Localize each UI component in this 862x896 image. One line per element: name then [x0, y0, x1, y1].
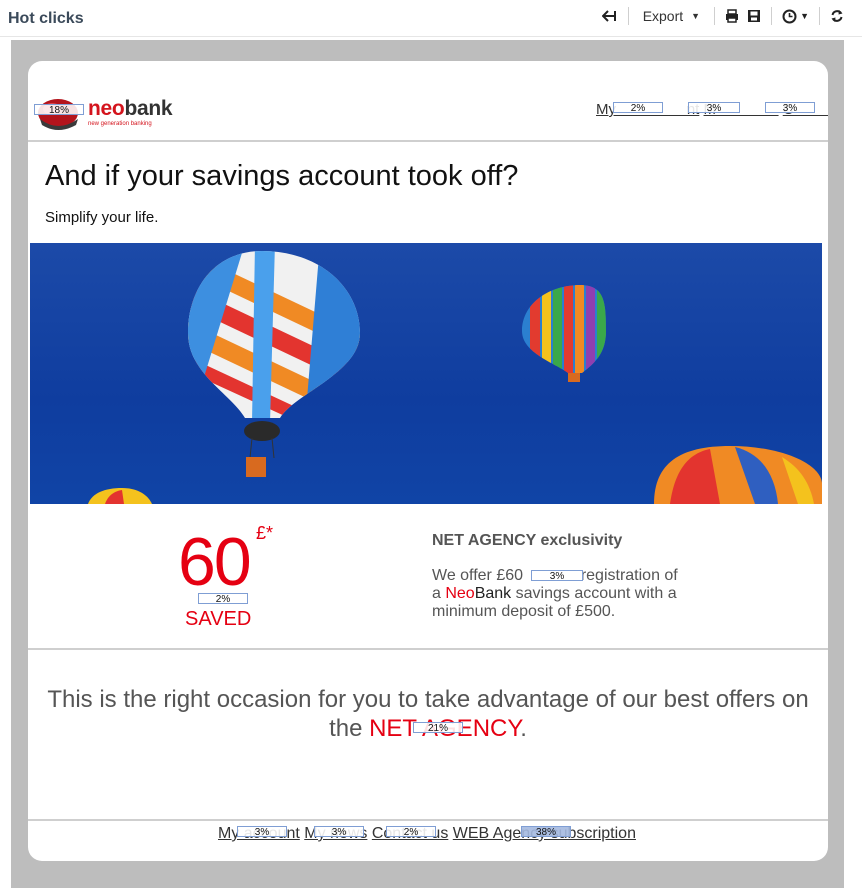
chevron-down-icon: ▼: [800, 11, 809, 21]
export-button[interactable]: Export ▼: [635, 6, 708, 26]
hot-clicks-header: Hot clicks Export ▼ ▼: [0, 0, 862, 37]
hot-click-overlay: 3%: [531, 570, 583, 582]
print-button[interactable]: [721, 6, 743, 26]
hot-click-overlay: 3%: [314, 826, 364, 838]
header-divider: [28, 140, 828, 142]
history-dropdown[interactable]: ▼: [778, 6, 813, 26]
toolbar-divider: [627, 7, 629, 25]
toolbar-divider: [819, 7, 820, 25]
email-content: neobank new generation banking My nt M C…: [28, 61, 828, 861]
hot-click-overlay: 2%: [613, 102, 663, 114]
back-button[interactable]: [598, 6, 622, 26]
save-icon: [748, 10, 761, 22]
offer-amount[interactable]: 60: [178, 523, 252, 601]
email-preview-frame: neobank new generation banking My nt M C…: [11, 40, 844, 888]
save-button[interactable]: [743, 6, 765, 26]
hot-click-overlay: 38%: [521, 826, 571, 838]
hot-click-overlay: 18%: [34, 104, 84, 116]
offer-saved-label: SAVED: [185, 608, 252, 630]
exclusivity-title: NET AGENCY exclusivity: [432, 532, 623, 549]
hot-click-overlay: 3%: [237, 826, 287, 838]
print-icon: [726, 9, 739, 23]
toolbar-divider: [771, 7, 773, 25]
hot-click-overlay: 2%: [386, 826, 436, 838]
export-label: Export: [642, 8, 684, 24]
logo-tagline: new generation banking: [88, 121, 152, 127]
occasion-message: This is the right occasion for you to ta…: [28, 685, 828, 743]
email-subheading: Simplify your life.: [45, 209, 159, 226]
logo-wordmark: neobank: [88, 97, 173, 120]
back-arrow-icon: [601, 10, 616, 22]
hot-click-overlay: 2%: [198, 593, 248, 605]
offer-currency: £*: [256, 523, 274, 543]
offer-divider: [28, 648, 828, 650]
balloons-illustration: [88, 251, 822, 504]
refresh-icon: [831, 10, 843, 22]
toolbar-divider: [714, 7, 716, 25]
hero-balloons-image[interactable]: [30, 243, 822, 504]
hot-click-overlay: 21%: [413, 722, 463, 734]
clock-icon: [782, 9, 797, 23]
panel-title: Hot clicks: [8, 10, 84, 27]
hot-click-overlay: 3%: [688, 102, 740, 114]
report-toolbar: Export ▼ ▼: [598, 6, 848, 26]
chevron-down-icon: ▼: [691, 11, 701, 21]
hot-click-overlay: 3%: [765, 102, 815, 114]
email-headline: And if your savings account took off?: [45, 160, 519, 192]
refresh-button[interactable]: [826, 6, 848, 26]
occasion-line: This is the right occasion for you to ta…: [47, 686, 809, 713]
footer-divider: [28, 819, 828, 821]
